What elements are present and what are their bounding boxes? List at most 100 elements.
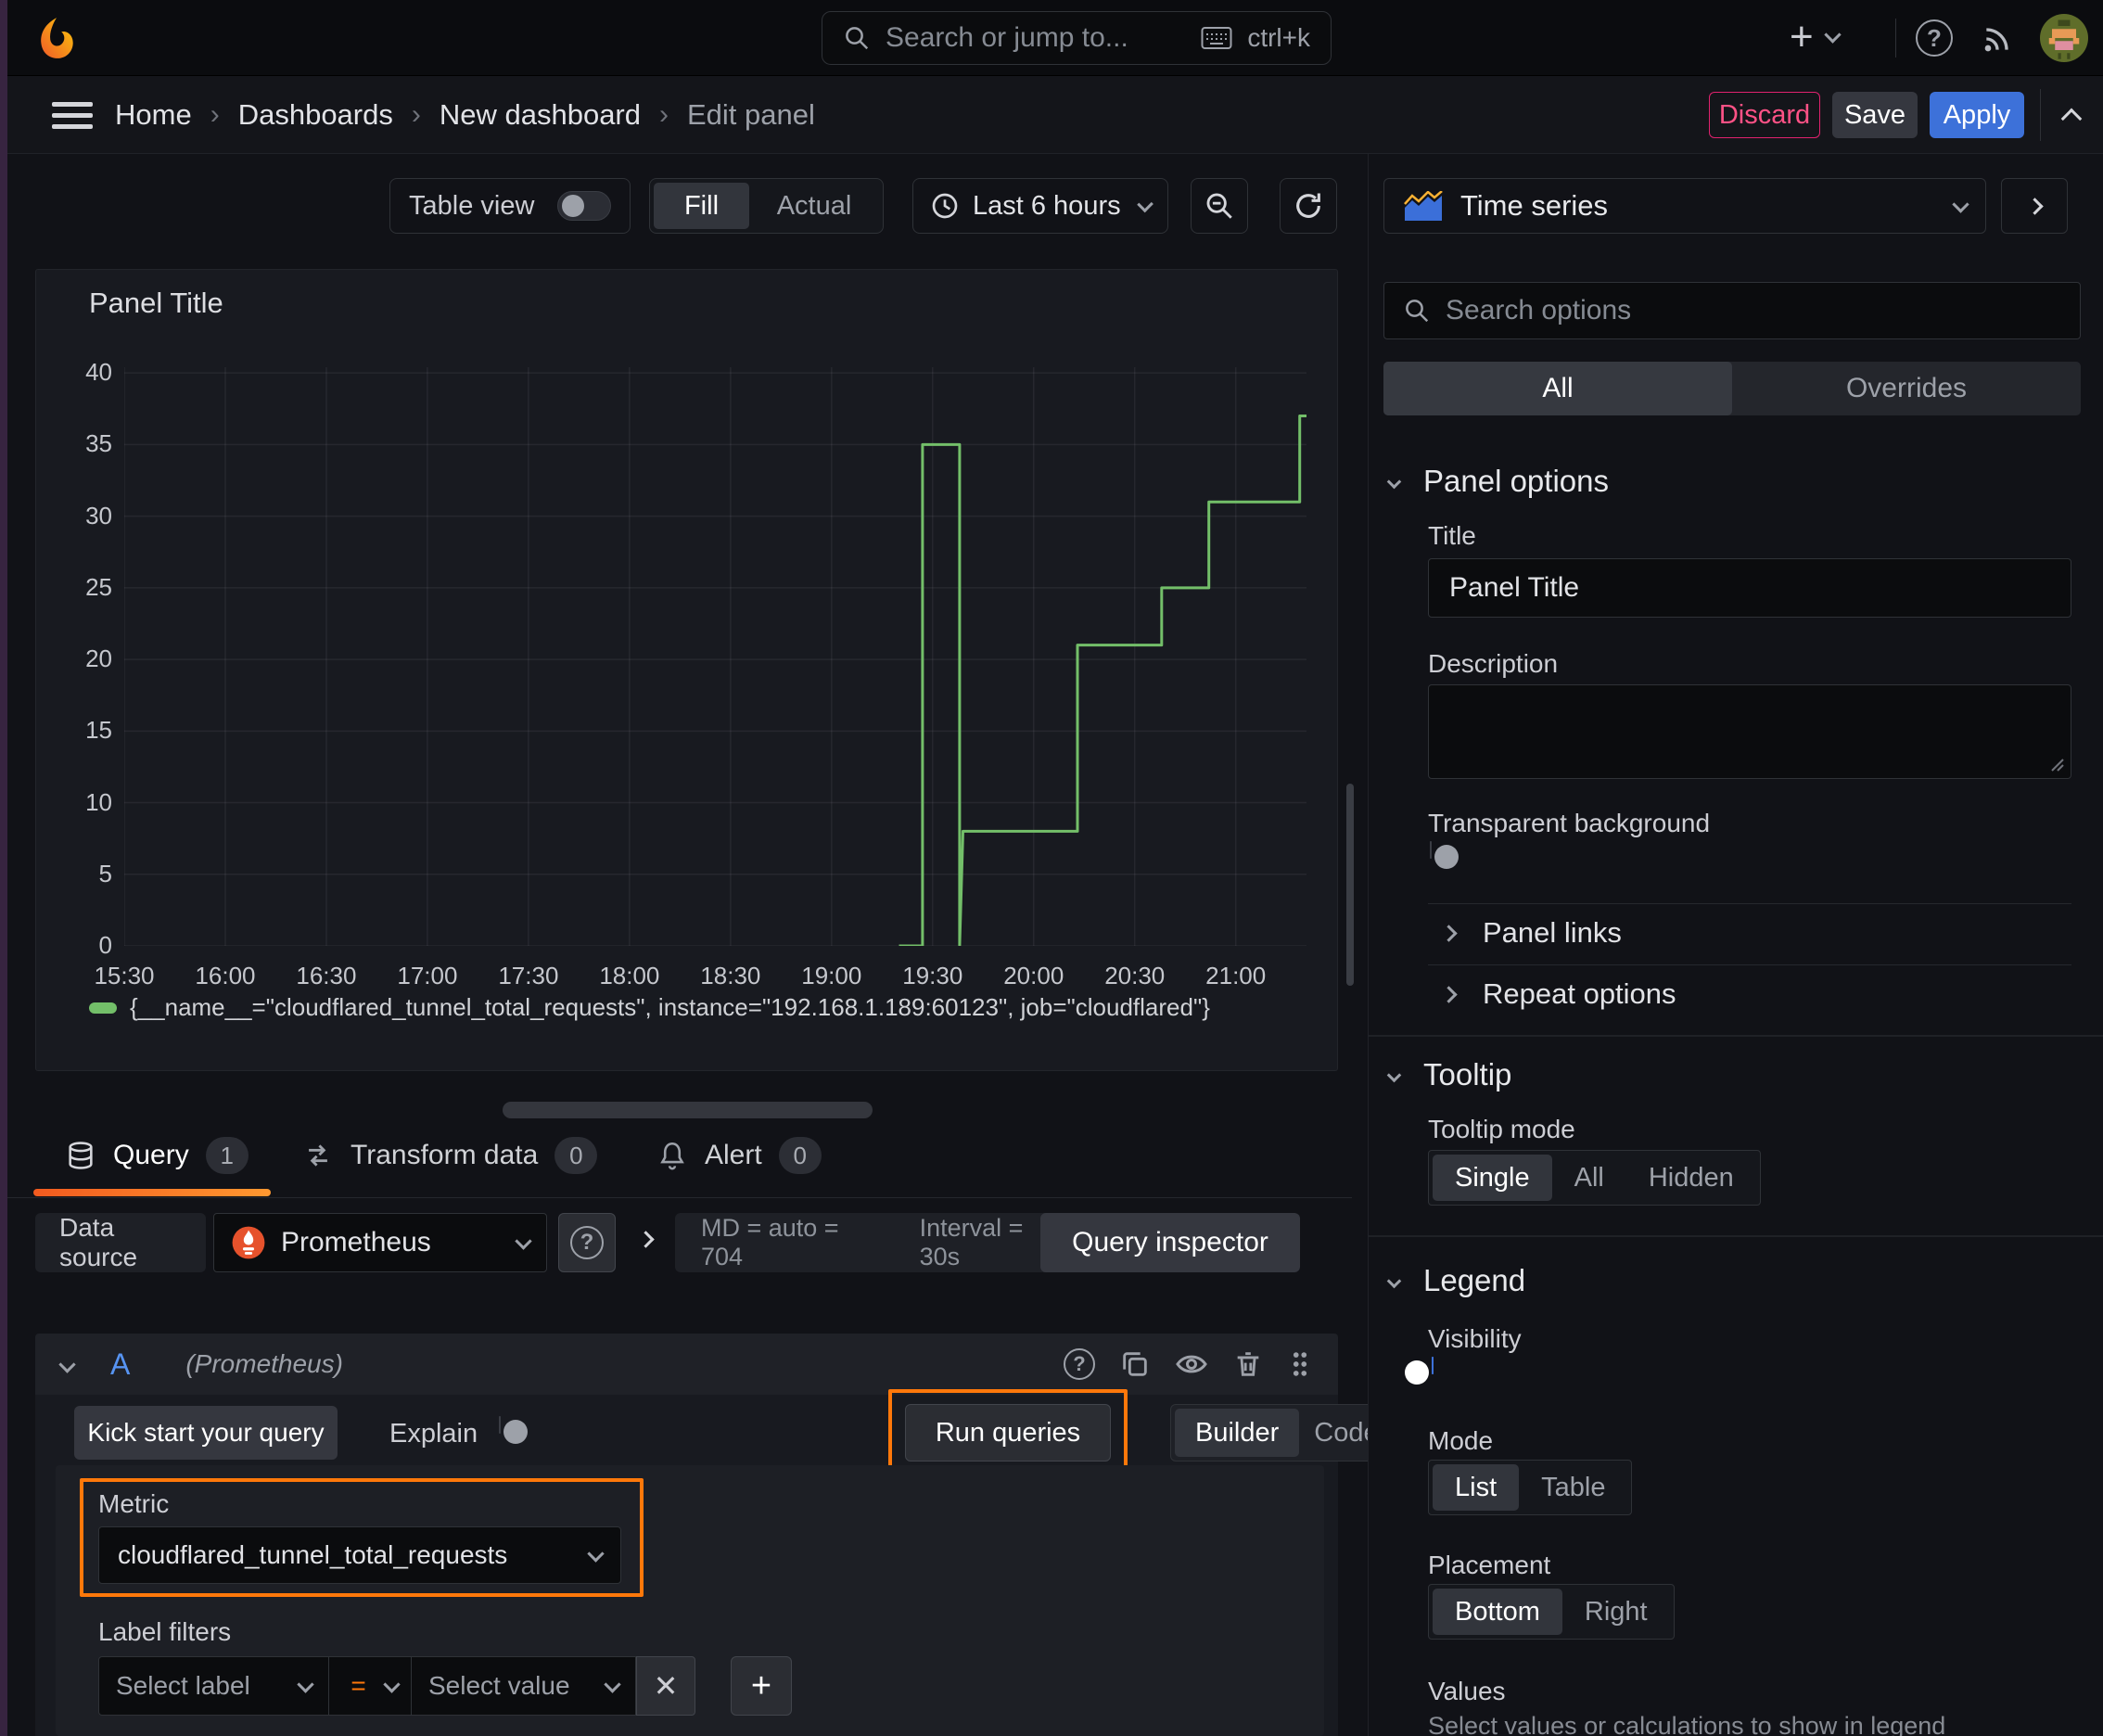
select-label-dropdown[interactable]: Select label: [98, 1656, 328, 1716]
tab-alert[interactable]: Alert 0: [656, 1137, 822, 1174]
tooltip-title: Tooltip: [1423, 1057, 1512, 1091]
database-icon: [65, 1140, 96, 1171]
tab-transform-count: 0: [554, 1137, 598, 1174]
legend-item[interactable]: {__name__="cloudflared_tunnel_total_requ…: [89, 993, 1210, 1022]
help-icon[interactable]: ?: [1916, 19, 1953, 57]
zoom-out-button[interactable]: [1191, 178, 1248, 234]
resize-corner-icon[interactable]: [2048, 756, 2065, 772]
legend-title: Legend: [1423, 1263, 1526, 1297]
discard-button[interactable]: Discard: [1709, 92, 1820, 138]
operator-dropdown[interactable]: =: [328, 1656, 412, 1716]
title-field-label: Title: [1428, 521, 1476, 550]
top-nav-bar: Search or jump to... ctrl+k + ?: [7, 0, 2103, 76]
breadcrumb-dashboards[interactable]: Dashboards: [238, 98, 393, 132]
chevron-down-icon: [587, 1544, 605, 1563]
legend-placement-bottom[interactable]: Bottom: [1433, 1589, 1562, 1635]
tooltip-mode-label: Tooltip mode: [1428, 1115, 1575, 1143]
grafana-edit-panel-screen: Search or jump to... ctrl+k + ? Home › D…: [0, 0, 2103, 1736]
tooltip-mode-all[interactable]: All: [1552, 1155, 1626, 1201]
table-view-toggle[interactable]: [557, 191, 611, 221]
breadcrumb-separator: ›: [659, 99, 669, 130]
panel-options-title: Panel options: [1423, 464, 1609, 498]
chevron-down-icon: [1136, 196, 1153, 212]
new-menu-button[interactable]: +: [1790, 17, 1842, 57]
legend-header[interactable]: Legend: [1386, 1263, 1526, 1298]
tooltip-mode-single[interactable]: Single: [1433, 1155, 1552, 1201]
tab-query[interactable]: Query 1: [65, 1137, 249, 1174]
collapse-query-chevron[interactable]: [58, 1355, 76, 1373]
actual-option[interactable]: Actual: [749, 183, 879, 229]
query-datasource-hint: (Prometheus): [185, 1349, 343, 1378]
visualization-name: Time series: [1460, 189, 1609, 222]
divider: [1428, 964, 2071, 965]
query-help-icon[interactable]: ?: [1064, 1348, 1095, 1380]
legend-placement-right[interactable]: Right: [1562, 1589, 1670, 1635]
tooltip-mode-hidden[interactable]: Hidden: [1626, 1155, 1756, 1201]
grafana-logo-icon[interactable]: [33, 15, 80, 61]
panel-links-section[interactable]: Panel links: [1440, 916, 1622, 950]
toggle-viz-picker-button[interactable]: [2001, 178, 2068, 234]
query-stats-chip: MD = auto = 704 Interval = 30s: [675, 1213, 1092, 1272]
kick-start-query-button[interactable]: Kick start your query: [74, 1406, 338, 1460]
chevron-down-icon: [1952, 195, 1969, 213]
remove-filter-button[interactable]: ✕: [636, 1656, 695, 1716]
datasource-label: Data source: [59, 1213, 138, 1271]
vertical-scrollbar-thumb[interactable]: [1346, 784, 1354, 986]
panel-resize-handle[interactable]: [503, 1102, 873, 1118]
legend-values-label: Values: [1428, 1677, 1506, 1705]
refresh-button[interactable]: [1280, 178, 1337, 234]
datasource-picker[interactable]: Prometheus: [213, 1213, 547, 1272]
tooltip-header[interactable]: Tooltip: [1386, 1057, 1512, 1092]
collapse-options-button[interactable]: [2060, 108, 2083, 131]
news-rss-icon[interactable]: [1979, 20, 2016, 57]
panel-options-header[interactable]: Panel options: [1386, 464, 1609, 499]
time-range-picker[interactable]: Last 6 hours: [912, 178, 1168, 234]
options-search-placeholder: Search options: [1446, 295, 1632, 326]
datasource-help-button[interactable]: ?: [558, 1213, 616, 1272]
global-search-box[interactable]: Search or jump to... ctrl+k: [822, 11, 1332, 65]
hide-query-icon[interactable]: [1175, 1347, 1208, 1381]
builder-option[interactable]: Builder: [1175, 1409, 1300, 1457]
apply-button[interactable]: Apply: [1930, 92, 2024, 138]
transparent-bg-toggle[interactable]: [1430, 841, 1459, 869]
time-series-plot[interactable]: [124, 367, 1306, 946]
user-avatar[interactable]: [2040, 14, 2088, 62]
tab-all[interactable]: All: [1383, 362, 1732, 415]
query-row-header[interactable]: A (Prometheus) ?: [35, 1334, 1338, 1395]
legend-placement-label: Placement: [1428, 1551, 1551, 1579]
tab-transform[interactable]: Transform data 0: [302, 1137, 598, 1174]
query-tabs-bar: Query 1 Transform data 0 Alert 0: [7, 1130, 1352, 1198]
panel-description-input[interactable]: [1428, 684, 2071, 779]
explain-toggle[interactable]: [499, 1416, 528, 1444]
menu-toggle[interactable]: [52, 102, 93, 129]
breadcrumb-home[interactable]: Home: [115, 98, 192, 132]
chevron-down-icon: [297, 1675, 314, 1693]
delete-query-icon[interactable]: [1232, 1348, 1264, 1380]
visualization-picker[interactable]: Time series: [1383, 178, 1986, 234]
legend-mode-list[interactable]: List: [1433, 1464, 1520, 1511]
collapse-row-chevron[interactable]: [637, 1231, 655, 1250]
chevron-down-icon: [383, 1675, 401, 1693]
panel-title-input[interactable]: [1449, 572, 2050, 604]
metric-select[interactable]: cloudflared_tunnel_total_requests: [98, 1526, 621, 1584]
legend-series-name: {__name__="cloudflared_tunnel_total_requ…: [130, 993, 1210, 1021]
active-tab-indicator: [33, 1189, 271, 1196]
legend-mode-table[interactable]: Table: [1519, 1464, 1627, 1511]
run-queries-button[interactable]: Run queries: [905, 1404, 1111, 1462]
select-value-dropdown[interactable]: Select value: [412, 1656, 636, 1716]
query-inspector-button[interactable]: Query inspector: [1040, 1213, 1300, 1272]
clock-icon: [930, 191, 960, 221]
repeat-options-label: Repeat options: [1483, 977, 1676, 1010]
add-filter-button[interactable]: +: [731, 1656, 792, 1716]
duplicate-query-icon[interactable]: [1119, 1348, 1151, 1380]
repeat-options-section[interactable]: Repeat options: [1440, 977, 1676, 1011]
tab-overrides[interactable]: Overrides: [1732, 362, 2081, 415]
breadcrumb-new-dashboard[interactable]: New dashboard: [440, 98, 641, 132]
divider: [1428, 903, 2071, 904]
options-search-box[interactable]: Search options: [1383, 282, 2081, 339]
legend-visibility-toggle[interactable]: [1405, 1357, 1434, 1385]
fill-option[interactable]: Fill: [654, 183, 749, 229]
section-divider: [1369, 1035, 2103, 1037]
save-button[interactable]: Save: [1832, 92, 1918, 138]
drag-handle-icon[interactable]: [1288, 1348, 1312, 1380]
